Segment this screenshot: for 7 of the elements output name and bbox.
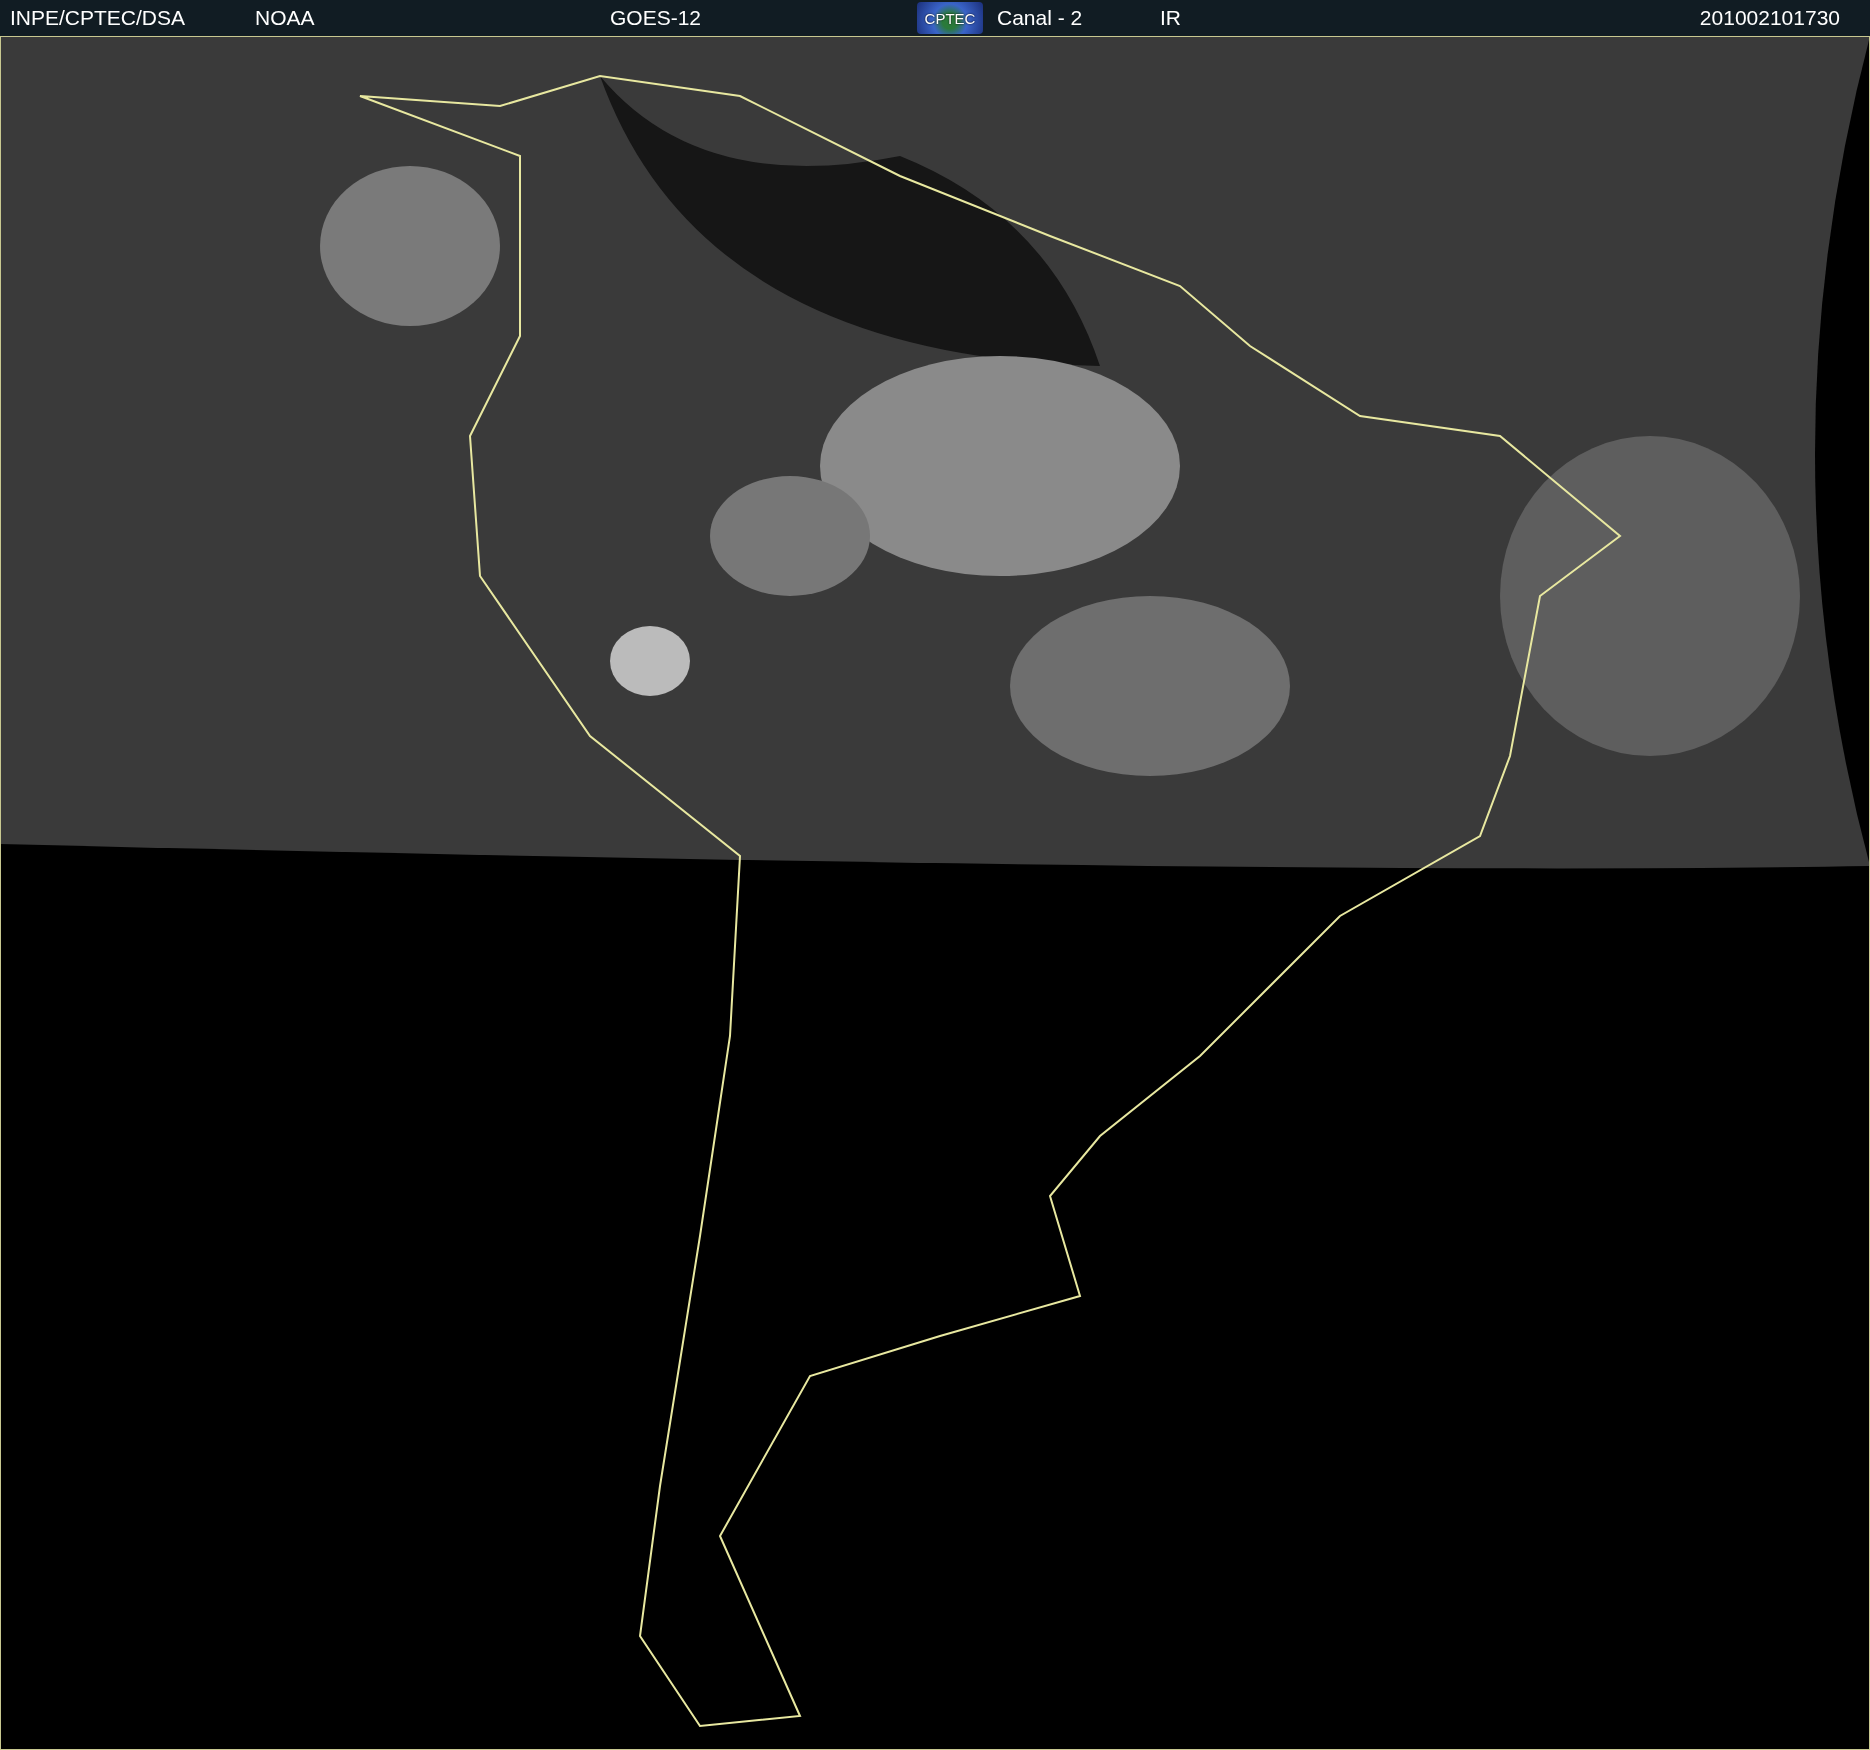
timestamp-label: 201002101730 <box>1698 6 1841 30</box>
satellite-label: GOES-12 <box>609 6 703 30</box>
source-label: INPE/CPTEC/DSA <box>9 6 187 30</box>
band-label: IR <box>1159 6 1182 30</box>
logo: CPTEC <box>917 2 983 34</box>
channel-label: Canal - 2 <box>996 6 1084 30</box>
agency-label: NOAA <box>254 6 316 30</box>
